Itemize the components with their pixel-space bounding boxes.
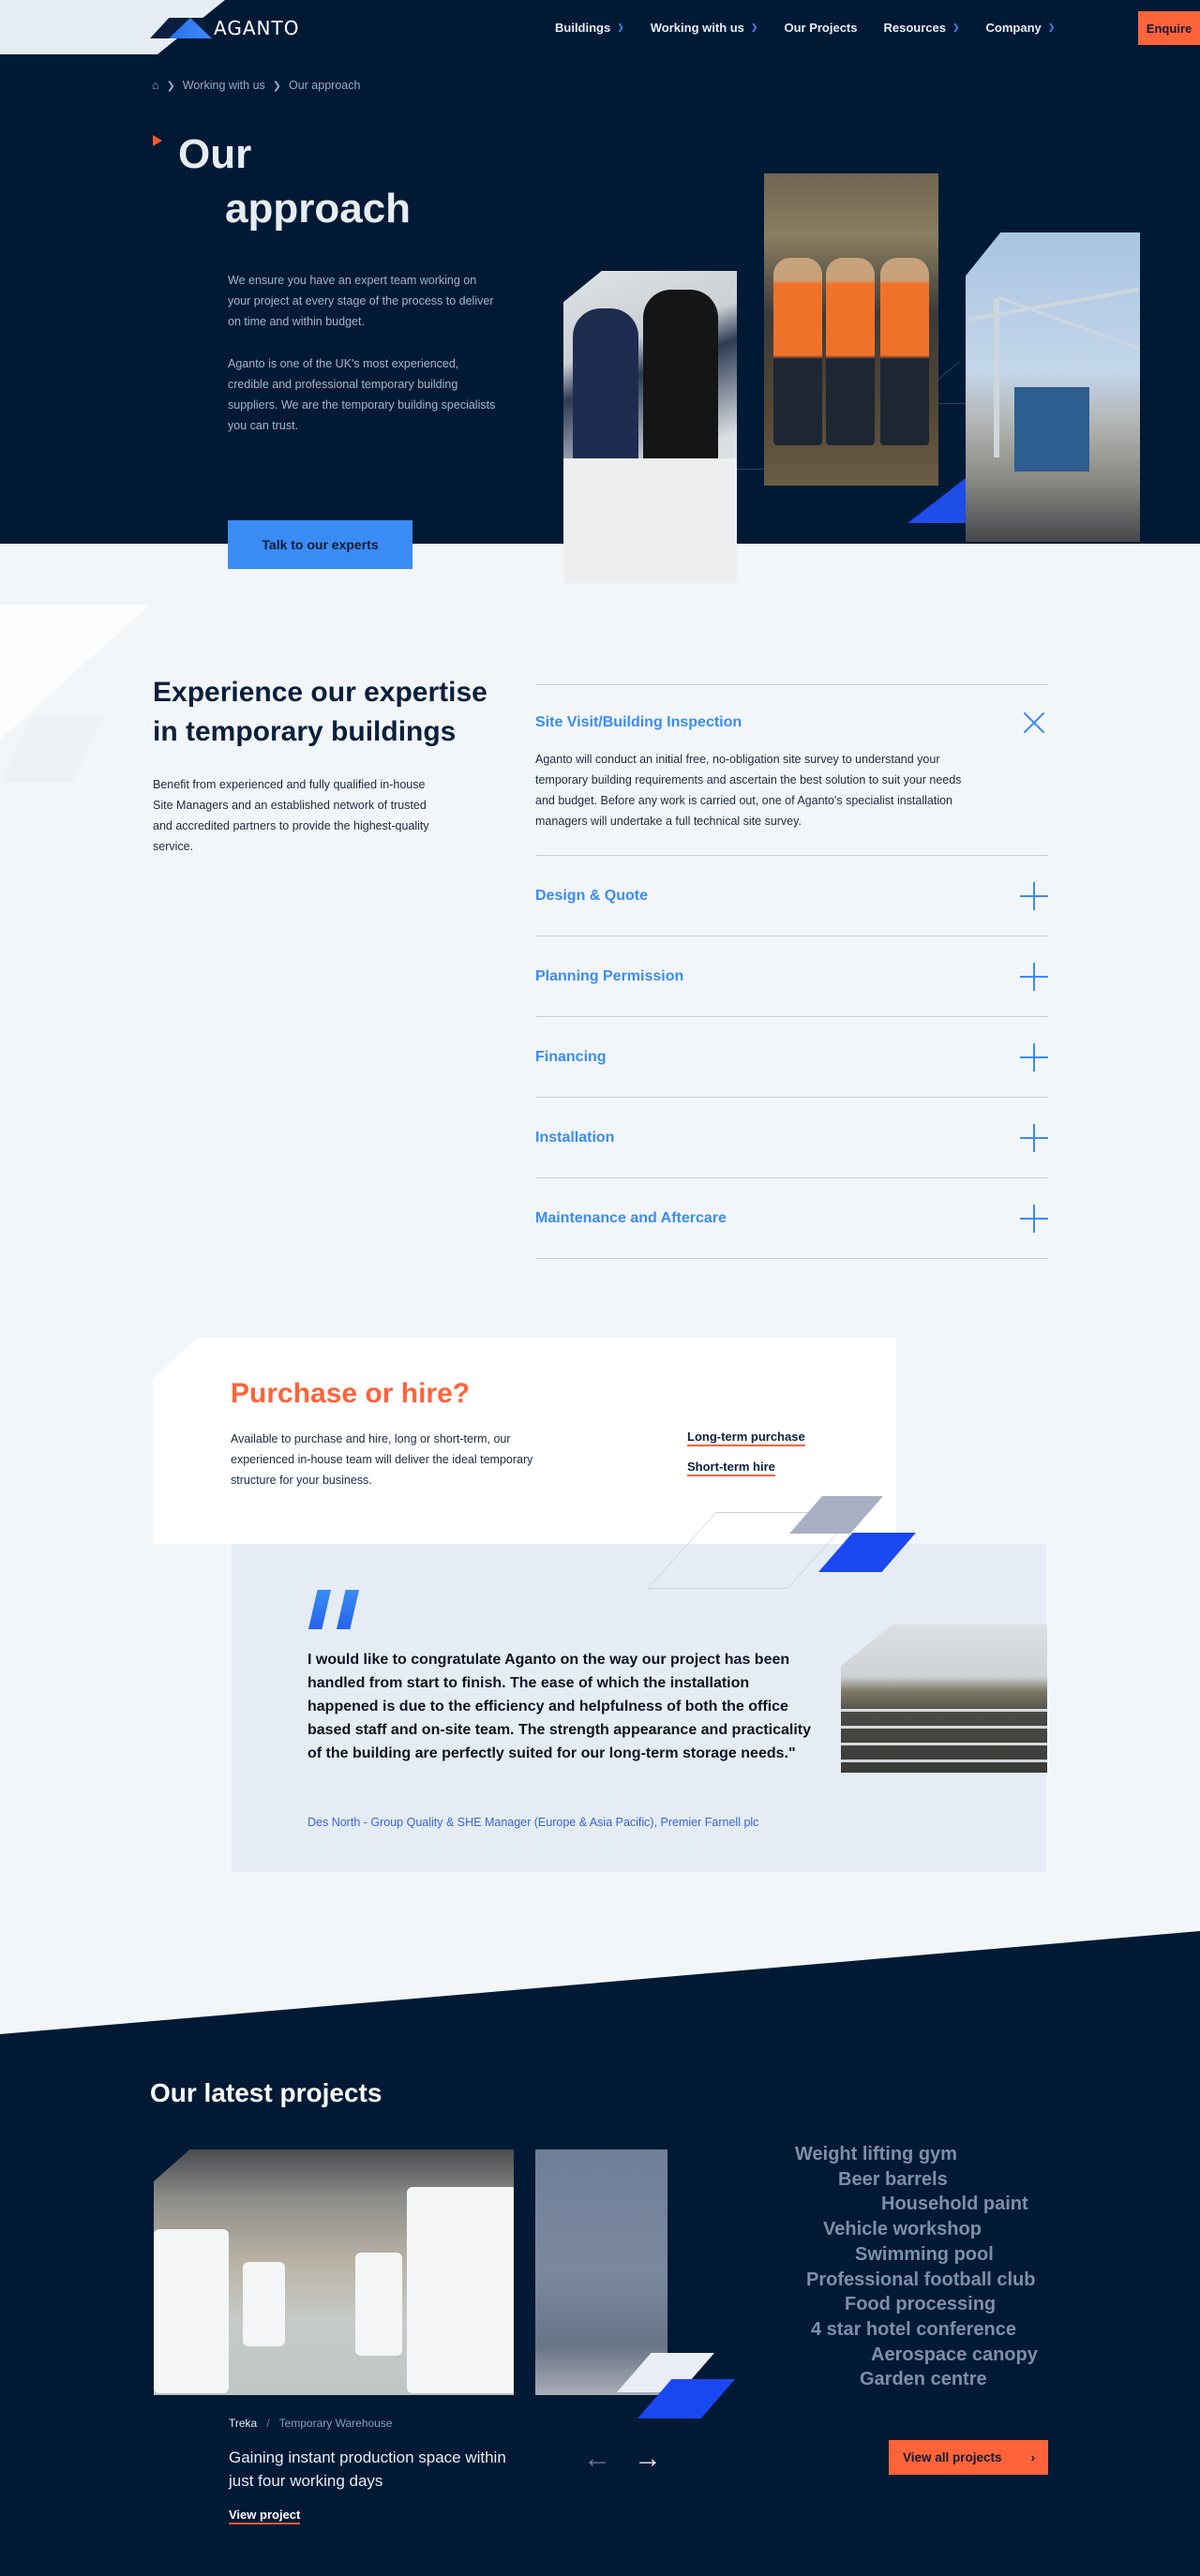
logo[interactable]: AGANTO <box>150 17 299 39</box>
arrow-right-icon[interactable]: → <box>634 2445 662 2473</box>
project-tag-cloud: Weight lifting gym Beer barrels Househol… <box>778 2142 1078 2392</box>
accordion-title: Financing <box>535 1048 607 1065</box>
chevron-right-icon: › <box>1030 2450 1035 2464</box>
talk-to-experts-button[interactable]: Talk to our experts <box>228 520 412 569</box>
accordion-item-planning-permission: Planning Permission <box>535 936 1048 1016</box>
team-planning-photo <box>563 271 737 583</box>
breadcrumb-working-with-us[interactable]: Working with us <box>183 79 265 92</box>
nav-label: Buildings <box>555 21 611 35</box>
expertise-heading: Experience our expertise in temporary bu… <box>153 677 488 747</box>
plus-icon[interactable] <box>1020 1123 1048 1152</box>
arrow-left-icon[interactable]: ← <box>583 2445 611 2473</box>
project-type: Temporary Warehouse <box>278 2417 393 2430</box>
chevron-down-icon: ❯ <box>750 22 758 32</box>
page-title-line1: Our <box>178 131 252 177</box>
quote-mark-icon <box>308 1590 363 1629</box>
tag-item: Professional football club <box>806 2269 1036 2290</box>
accordion-header[interactable]: Maintenance and Aftercare <box>535 1178 1048 1258</box>
hero-paragraph-1: We ensure you have an expert team workin… <box>228 274 494 328</box>
plus-icon[interactable] <box>1020 1204 1048 1233</box>
logo-text: AGANTO <box>214 17 300 39</box>
accordion-item-installation: Installation <box>535 1097 1048 1177</box>
nav-item-working-with-us[interactable]: Working with us ❯ <box>651 21 758 35</box>
plus-icon[interactable] <box>1020 962 1048 991</box>
decorative-line <box>938 403 966 404</box>
nav-item-our-projects[interactable]: Our Projects <box>784 21 857 35</box>
play-marker-icon <box>153 135 162 146</box>
accordion-title: Design & Quote <box>535 887 649 904</box>
expertise-paragraph: Benefit from experienced and fully quali… <box>153 778 429 853</box>
view-all-projects-button[interactable]: View all projects › <box>889 2440 1048 2475</box>
plus-icon[interactable] <box>1020 881 1048 910</box>
view-all-label: View all projects <box>903 2450 1002 2464</box>
project-main-photo[interactable] <box>154 2149 514 2395</box>
latest-projects-heading: Our latest projects <box>150 2078 382 2107</box>
close-icon[interactable] <box>1020 709 1048 737</box>
accordion-item-financing: Financing <box>535 1016 1048 1097</box>
chevron-down-icon: ❯ <box>1047 22 1056 32</box>
nav-item-company[interactable]: Company ❯ <box>986 21 1056 35</box>
short-term-hire-link[interactable]: Short-term hire <box>687 1460 775 1476</box>
tag-item: 4 star hotel conference <box>811 2318 1016 2340</box>
accordion-item-design-quote: Design & Quote <box>535 855 1048 936</box>
view-project-link[interactable]: View project <box>229 2508 301 2524</box>
plus-icon[interactable] <box>1020 1042 1048 1071</box>
testimonial-author: Des North - Group Quality & SHE Manager … <box>308 1816 759 1829</box>
nav-label: Our Projects <box>784 21 858 35</box>
accordion-header[interactable]: Design & Quote <box>535 856 1048 936</box>
nav-label: Company <box>985 21 1042 35</box>
accordion-title: Installation <box>535 1129 615 1146</box>
tag-item: Vehicle workshop <box>823 2219 982 2240</box>
home-icon[interactable]: ⌂ <box>152 79 159 92</box>
nav-label: Working with us <box>650 21 744 35</box>
tag-item: Swimming pool <box>855 2243 994 2265</box>
accordion-title: Site Visit/Building Inspection <box>535 714 742 730</box>
project-meta: Treka / Temporary Warehouse <box>229 2417 393 2430</box>
page-title-line2: approach <box>225 186 412 232</box>
project-client: Treka <box>229 2417 258 2430</box>
approach-accordion: Site Visit/Building Inspection Aganto wi… <box>535 684 1048 1259</box>
accordion-item-site-visit: Site Visit/Building Inspection Aganto wi… <box>535 684 1048 855</box>
main-nav: Buildings ❯ Working with us ❯ Our Projects… <box>555 21 1081 35</box>
accordion-item-maintenance: Maintenance and Aftercare <box>535 1177 1048 1259</box>
enquire-button[interactable]: Enquire <box>1138 11 1200 45</box>
accordion-header[interactable]: Installation <box>535 1098 1048 1177</box>
testimonial-quote: I would like to congratulate Aganto on t… <box>308 1652 812 1761</box>
breadcrumb-separator-icon: ❯ <box>166 80 175 92</box>
tag-item: Beer barrels <box>838 2168 948 2190</box>
breadcrumb: ⌂ ❯ Working with us ❯ Our approach <box>152 79 360 92</box>
long-term-purchase-link[interactable]: Long-term purchase <box>687 1430 805 1446</box>
testimonial-site-photo <box>841 1625 1047 1773</box>
nav-item-resources[interactable]: Resources ❯ <box>884 21 960 35</box>
building-frame-photo <box>966 232 1140 542</box>
tag-item: Garden centre <box>860 2369 987 2390</box>
breadcrumb-separator-icon: ❯ <box>272 80 281 92</box>
chevron-down-icon: ❯ <box>617 22 624 32</box>
project-headline: Gaining instant production space within … <box>229 2449 506 2490</box>
nav-label: Resources <box>883 21 946 35</box>
hero-paragraph-2: Aganto is one of the UK's most experienc… <box>228 357 496 432</box>
accordion-header[interactable]: Financing <box>535 1017 1048 1097</box>
tag-item: Household paint <box>881 2194 1028 2215</box>
purchase-paragraph: Available to purchase and hire, long or … <box>231 1432 533 1487</box>
slash-divider: / <box>266 2417 270 2430</box>
accordion-title: Planning Permission <box>535 967 684 984</box>
background-shape-decoration <box>0 717 103 783</box>
accordion-header[interactable]: Planning Permission <box>535 936 1048 1016</box>
breadcrumb-current: Our approach <box>289 79 361 92</box>
purchase-heading: Purchase or hire? <box>231 1378 471 1409</box>
nav-item-buildings[interactable]: Buildings ❯ <box>555 21 624 35</box>
accordion-body: Aganto will conduct an initial free, no-… <box>535 753 962 828</box>
tag-item: Food processing <box>845 2294 997 2315</box>
tag-item: Weight lifting gym <box>795 2144 957 2164</box>
workers-photo <box>764 173 938 486</box>
tag-item: Aerospace canopy <box>871 2344 1038 2365</box>
chevron-down-icon: ❯ <box>952 22 960 32</box>
accordion-title: Maintenance and Aftercare <box>535 1209 727 1226</box>
logo-mark-icon <box>150 18 221 38</box>
